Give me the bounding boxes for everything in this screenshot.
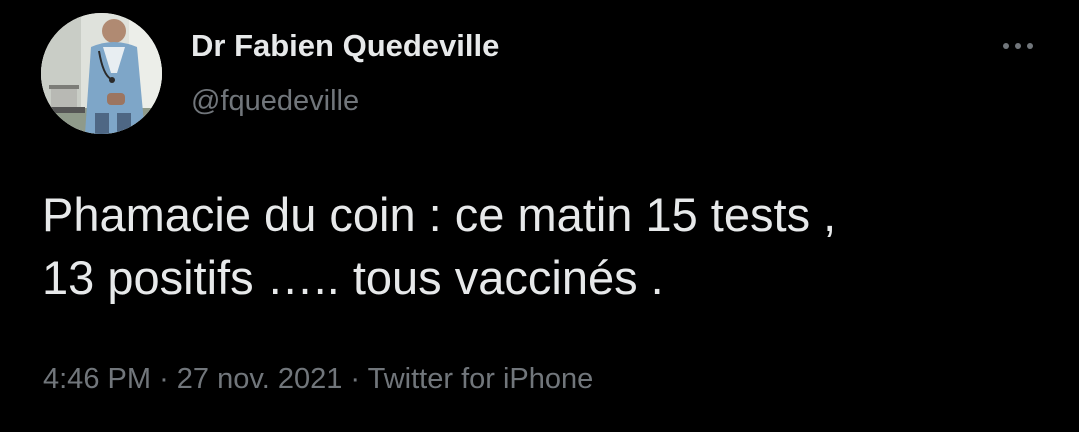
author-handle[interactable]: @fquedeville — [191, 83, 499, 119]
dot — [1027, 43, 1033, 49]
dot — [1003, 43, 1009, 49]
tweet-metadata: 4:46 PM · 27 nov. 2021 · Twitter for iPh… — [43, 360, 593, 398]
tweet-date[interactable]: 27 nov. 2021 — [177, 363, 343, 395]
dot — [1015, 43, 1021, 49]
more-options-icon[interactable] — [1000, 36, 1036, 56]
meta-separator: · — [159, 363, 169, 395]
tweet-card: Dr Fabien Quedeville @fquedeville Phamac… — [0, 0, 1079, 432]
meta-separator: · — [350, 363, 361, 395]
author-info: Dr Fabien Quedeville @fquedeville — [191, 26, 499, 119]
author-display-name[interactable]: Dr Fabien Quedeville — [191, 26, 499, 66]
tweet-time[interactable]: 4:46 PM — [43, 363, 151, 395]
tweet-source[interactable]: Twitter for iPhone — [368, 363, 594, 395]
tweet-text-line: Phamacie du coin : ce matin 15 tests , — [42, 188, 837, 241]
author-avatar[interactable] — [41, 13, 162, 134]
tweet-text: Phamacie du coin : ce matin 15 tests , 1… — [42, 183, 1042, 309]
tweet-text-line: 13 positifs ….. tous vaccinés . — [42, 251, 664, 304]
profile-photo-icon — [41, 13, 162, 134]
